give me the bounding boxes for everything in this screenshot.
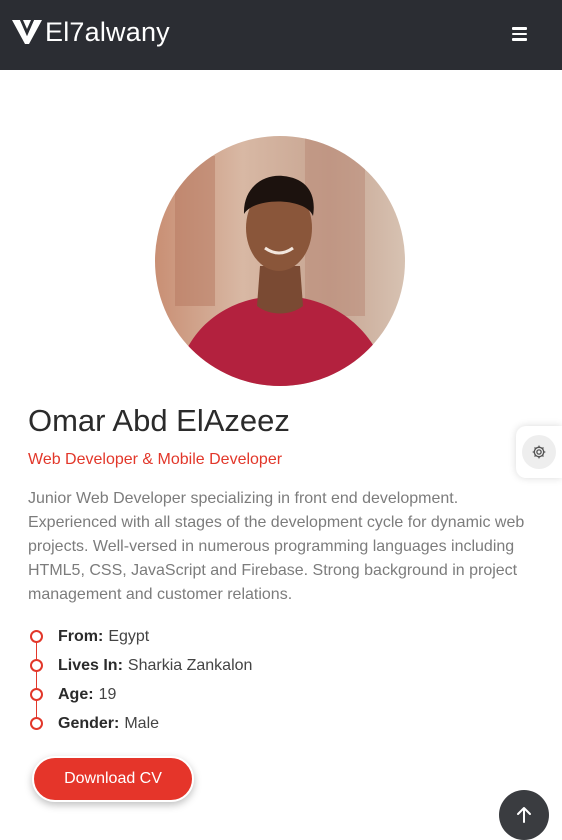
- bullet-icon: [30, 630, 43, 643]
- info-item-from: From: Egypt: [30, 622, 252, 651]
- info-value: Sharkia Zankalon: [127, 656, 253, 674]
- info-item-lives-in: Lives In: Sharkia Zankalon: [30, 651, 252, 680]
- scroll-to-top-button[interactable]: [499, 790, 549, 840]
- brand-logo[interactable]: El7alwany: [12, 16, 170, 48]
- arrow-up-icon: [517, 807, 531, 823]
- info-value: 19: [98, 685, 117, 703]
- info-item-gender: Gender: Male: [30, 709, 252, 738]
- gear-icon[interactable]: [522, 435, 556, 469]
- info-list: From: Egypt Lives In: Sharkia Zankalon A…: [30, 622, 252, 738]
- settings-toggle[interactable]: [516, 426, 562, 478]
- info-value: Male: [124, 714, 160, 732]
- profile-photo: [155, 136, 405, 386]
- bullet-icon: [30, 688, 43, 701]
- info-value: Egypt: [108, 627, 150, 645]
- profile-role: Web Developer & Mobile Developer: [28, 451, 283, 468]
- download-cv-button[interactable]: Download CV: [32, 756, 194, 802]
- profile-bio: Junior Web Developer specializing in fro…: [28, 490, 525, 603]
- info-key: From:: [58, 627, 104, 645]
- info-key: Age:: [58, 685, 94, 703]
- info-key: Lives In:: [58, 656, 123, 674]
- bullet-icon: [30, 659, 43, 672]
- info-item-age: Age: 19: [30, 680, 252, 709]
- profile-name: Omar Abd ElAzeez: [28, 403, 290, 438]
- info-key: Gender:: [58, 714, 120, 732]
- hamburger-menu-icon[interactable]: [512, 25, 532, 43]
- navbar: El7alwany: [0, 0, 562, 70]
- v-logo-icon: [12, 20, 42, 44]
- brand-name: El7alwany: [45, 17, 170, 47]
- bullet-icon: [30, 717, 43, 730]
